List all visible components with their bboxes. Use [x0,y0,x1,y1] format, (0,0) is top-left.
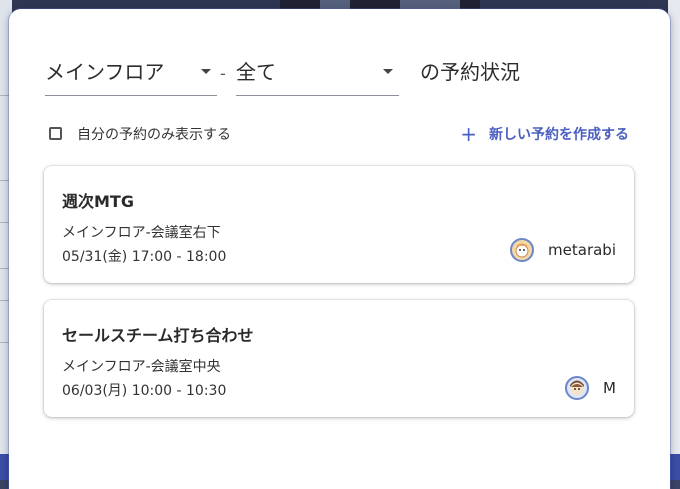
dropdown-arrow-icon [383,69,393,74]
reservation-time: 06/03(月) 10:00 - 10:30 [62,383,227,399]
room-select[interactable]: 全て [236,45,399,96]
floor-select-value: メインフロア [45,60,165,84]
filter-suffix-label: の予約状況 [420,60,520,84]
dropdown-arrow-icon [201,69,211,74]
reservation-title: 週次MTG [62,192,134,211]
reservation-time: 05/31(金) 17:00 - 18:00 [62,249,227,265]
reservation-card[interactable]: 週次MTG メインフロア-会議室右下 05/31(金) 17:00 - 18:0… [44,166,634,283]
reservation-user-name: metarabi [548,241,616,259]
only-mine-checkbox[interactable] [49,127,62,140]
plus-icon: + [460,122,477,146]
reservation-user: metarabi [510,238,616,262]
options-row: 自分の予約のみ表示する + 新しい予約を作成する [49,119,639,149]
filter-separator: - [220,64,226,83]
filter-row: メインフロア - 全て の予約状況 [45,45,645,96]
reservation-card[interactable]: セールスチーム打ち合わせ メインフロア-会議室中央 06/03(月) 10:00… [44,300,634,417]
reservation-room: メインフロア-会議室右下 [62,225,221,241]
reservation-room: メインフロア-会議室中央 [62,359,221,375]
reservation-user: M [565,376,616,400]
reservation-user-name: M [603,379,616,397]
reservation-title: セールスチーム打ち合わせ [62,326,254,345]
floor-select[interactable]: メインフロア [45,45,217,96]
reservation-status-dialog: メインフロア - 全て の予約状況 自分の予約のみ表示する + 新しい予約を作成… [9,9,670,489]
only-mine-label[interactable]: 自分の予約のみ表示する [77,124,231,144]
avatar [565,376,590,400]
avatar [510,238,535,262]
room-select-value: 全て [236,60,276,84]
create-reservation-label: 新しい予約を作成する [489,127,629,143]
create-reservation-button[interactable]: + 新しい予約を作成する [460,119,629,149]
